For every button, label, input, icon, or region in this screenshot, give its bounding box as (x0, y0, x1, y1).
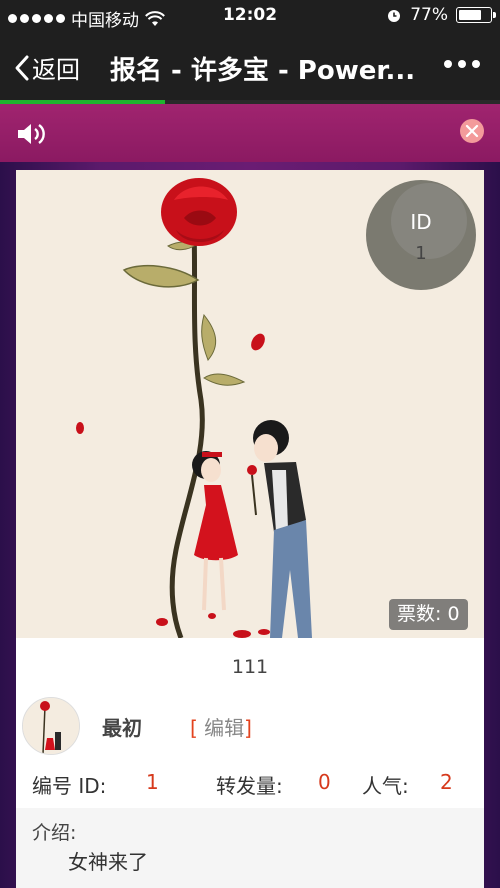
more-button[interactable] (444, 60, 480, 68)
entry-stats: 编号 ID: 1 转发量: 0 人气: 2 (32, 770, 482, 800)
entry-title: 111 (231, 656, 269, 678)
close-icon[interactable] (460, 119, 484, 143)
edit-bracket-open: [ (190, 716, 198, 740)
intro-text: 女神来了 (68, 850, 148, 874)
avatar[interactable] (22, 697, 80, 755)
popularity-stat-label: 人气: (362, 774, 409, 798)
id-stat-label: 编号 ID: (32, 774, 107, 798)
author-name: 最初 (102, 716, 142, 740)
speaker-icon[interactable] (16, 120, 48, 148)
battery-percent: 77% (410, 5, 448, 25)
id-stat-value: 1 (146, 770, 159, 794)
id-badge-value: 1 (415, 243, 427, 264)
vote-count-badge: 票数: 0 (389, 599, 468, 630)
shares-stat-value: 0 (318, 770, 331, 794)
id-badge-label: ID (410, 210, 432, 234)
back-button[interactable]: 返回 (14, 50, 80, 85)
id-badge: ID 1 (366, 180, 476, 290)
intro-label: 介绍: (32, 822, 77, 844)
music-banner (0, 104, 500, 162)
navigation-bar: 返回 报名 - 许多宝 - Power... (0, 32, 500, 100)
edit-bracket-close: ] (244, 716, 252, 740)
status-bar: 中国移动 12:02 77% (0, 0, 500, 32)
edit-link[interactable]: [ 编辑] (190, 712, 252, 741)
chevron-left-icon (15, 55, 29, 80)
popularity-stat-value: 2 (440, 770, 453, 794)
battery-icon (456, 7, 496, 23)
back-label: 返回 (32, 56, 80, 84)
page-title: 报名 - 许多宝 - Power... (110, 56, 416, 86)
alarm-icon (388, 10, 401, 22)
edit-label: 编辑 (204, 716, 245, 740)
shares-stat-label: 转发量: (216, 774, 283, 798)
intro-section: 介绍: 女神来了 (16, 808, 484, 888)
